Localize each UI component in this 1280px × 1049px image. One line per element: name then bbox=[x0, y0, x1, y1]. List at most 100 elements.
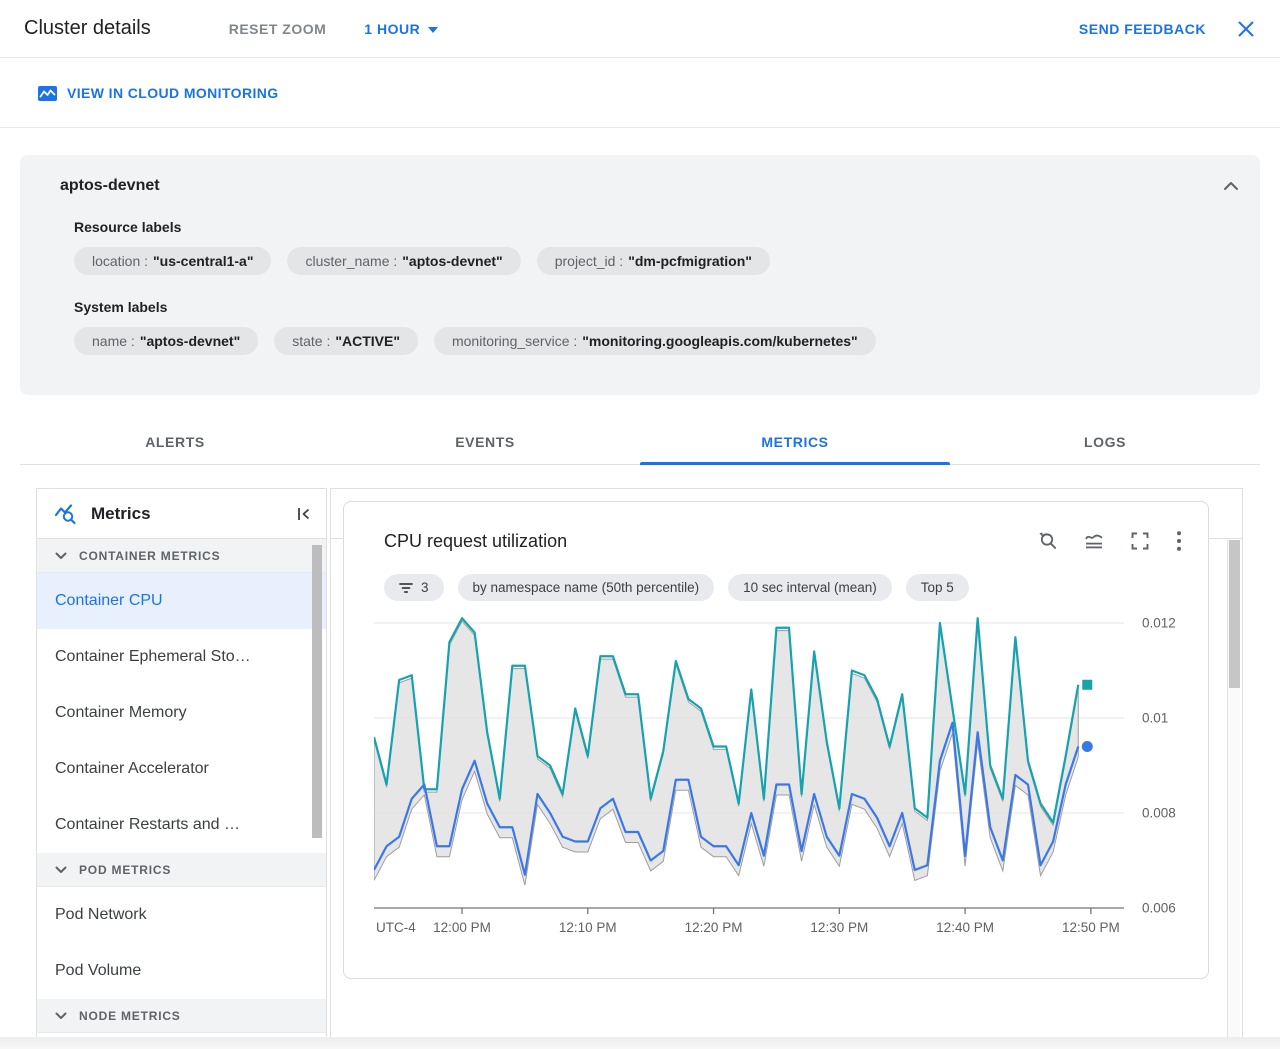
chart-actions bbox=[1036, 530, 1182, 552]
tab-metrics[interactable]: METRICS bbox=[640, 420, 950, 465]
label-key: monitoring_service : bbox=[451, 333, 578, 349]
label-value: "us-central1-a" bbox=[153, 253, 254, 269]
label-chip[interactable]: location : "us-central1-a" bbox=[74, 247, 272, 275]
label-value: "aptos-devnet" bbox=[139, 333, 241, 349]
chevron-up-icon bbox=[1224, 182, 1238, 190]
label-chip[interactable]: cluster_name : "aptos-devnet" bbox=[287, 247, 521, 275]
svg-text:0.012: 0.012 bbox=[1142, 616, 1176, 631]
metrics-icon bbox=[54, 503, 76, 524]
top-bar: Cluster details RESET ZOOM 1 HOUR SEND F… bbox=[0, 0, 1280, 58]
label-key: project_id : bbox=[554, 253, 624, 269]
label-chip[interactable]: state : "ACTIVE" bbox=[274, 327, 418, 355]
main-scrollbar-thumb[interactable] bbox=[1229, 540, 1240, 688]
label-value: "monitoring.googleapis.com/kubernetes" bbox=[582, 333, 858, 349]
label-value: "aptos-devnet" bbox=[402, 253, 503, 269]
page-title: Cluster details bbox=[24, 17, 151, 39]
reset-zoom-button[interactable]: RESET ZOOM bbox=[229, 21, 327, 37]
cluster-summary-card: aptos-devnet Resource labels location : "… bbox=[20, 155, 1260, 395]
filter-icon bbox=[399, 582, 413, 594]
sidebar-item-container-cpu[interactable]: Container CPU bbox=[37, 573, 326, 629]
more-options-button[interactable] bbox=[1176, 530, 1182, 552]
close-button[interactable] bbox=[1236, 19, 1256, 39]
metrics-main-panel: Container CPU CPU request utilization bbox=[330, 488, 1243, 1038]
label-value: "dm-pcfmigration" bbox=[628, 253, 752, 269]
section-label: POD METRICS bbox=[79, 862, 172, 877]
chart-card: CPU request utilization 3 by namespace n… bbox=[343, 501, 1209, 979]
label-value: "ACTIVE" bbox=[335, 333, 400, 349]
system-labels-heading: System labels bbox=[74, 299, 168, 315]
zoom-reset-icon bbox=[1039, 532, 1057, 549]
collapse-sidebar-button[interactable] bbox=[296, 506, 312, 522]
view-in-cloud-monitoring-link[interactable]: VIEW IN CLOUD MONITORING bbox=[38, 85, 279, 101]
sidebar-item-container-accelerator[interactable]: Container Accelerator bbox=[37, 741, 326, 797]
sidebar-title: Metrics bbox=[91, 503, 151, 523]
label-key: cluster_name : bbox=[305, 253, 398, 269]
svg-text:12:40 PM: 12:40 PM bbox=[936, 920, 994, 935]
chart-filter-chips: 3 by namespace name (50th percentile) 10 s… bbox=[384, 574, 1208, 601]
resource-labels-row: location : "us-central1-a" cluster_name : "… bbox=[74, 247, 1260, 275]
cluster-name: aptos-devnet bbox=[60, 177, 160, 194]
chart-chip-1[interactable]: 10 sec interval (mean) bbox=[728, 574, 892, 601]
svg-text:0.006: 0.006 bbox=[1142, 901, 1176, 916]
monitoring-link-bar: VIEW IN CLOUD MONITORING bbox=[0, 59, 1280, 128]
monitoring-chart-icon bbox=[38, 85, 57, 101]
close-icon bbox=[1238, 20, 1254, 37]
sidebar-item-container-restarts-and[interactable]: Container Restarts and … bbox=[37, 797, 326, 853]
chart-chip-2[interactable]: Top 5 bbox=[905, 574, 969, 601]
fullscreen-button[interactable] bbox=[1130, 531, 1150, 551]
label-chip[interactable]: name : "aptos-devnet" bbox=[74, 327, 259, 355]
chart-chip-0[interactable]: by namespace name (50th percentile) bbox=[457, 574, 715, 601]
label-chip[interactable]: monitoring_service : "monitoring.googleap… bbox=[433, 327, 876, 355]
svg-text:0.008: 0.008 bbox=[1142, 806, 1176, 821]
chevron-down-icon bbox=[55, 1012, 67, 1019]
chart-style-button[interactable] bbox=[1084, 531, 1104, 551]
sidebar-scrollbar[interactable] bbox=[312, 545, 322, 838]
filter-count: 3 bbox=[421, 580, 429, 595]
sidebar-item-pod-network[interactable]: Pod Network bbox=[37, 887, 326, 943]
chevron-down-icon bbox=[428, 26, 439, 33]
tab-bar: ALERTS EVENTS METRICS LOGS bbox=[20, 420, 1260, 465]
chart-title: CPU request utilization bbox=[384, 530, 568, 551]
svg-text:12:30 PM: 12:30 PM bbox=[810, 920, 868, 935]
tab-alerts[interactable]: ALERTS bbox=[20, 420, 330, 464]
section-header-container-metrics[interactable]: CONTAINER METRICS bbox=[37, 539, 326, 573]
section-label: CONTAINER METRICS bbox=[79, 548, 221, 563]
metrics-sidebar-header: Metrics bbox=[37, 489, 326, 539]
svg-text:12:00 PM: 12:00 PM bbox=[433, 920, 491, 935]
section-label: NODE METRICS bbox=[79, 1008, 181, 1023]
metrics-list: CONTAINER METRICS Container CPU Container … bbox=[37, 539, 326, 1033]
section-header-node-metrics[interactable]: NODE METRICS bbox=[37, 999, 326, 1033]
more-vert-icon bbox=[1177, 531, 1181, 551]
label-key: location : bbox=[92, 253, 149, 269]
sidebar-item-pod-volume[interactable]: Pod Volume bbox=[37, 943, 326, 999]
chevron-down-icon bbox=[55, 552, 67, 559]
label-chip[interactable]: project_id : "dm-pcfmigration" bbox=[536, 247, 770, 275]
section-header-pod-metrics[interactable]: POD METRICS bbox=[37, 853, 326, 887]
send-feedback-button[interactable]: SEND FEEDBACK bbox=[1079, 21, 1206, 37]
tab-logs[interactable]: LOGS bbox=[950, 420, 1260, 464]
fullscreen-icon bbox=[1131, 532, 1149, 550]
collapse-card-button[interactable] bbox=[1222, 180, 1240, 192]
label-key: name : bbox=[92, 333, 135, 349]
svg-text:12:10 PM: 12:10 PM bbox=[559, 920, 617, 935]
monitoring-link-label: VIEW IN CLOUD MONITORING bbox=[67, 85, 279, 101]
resource-labels-heading: Resource labels bbox=[74, 219, 182, 235]
svg-text:UTC-4: UTC-4 bbox=[376, 920, 416, 935]
cpu-utilization-chart[interactable]: UTC-4 12:00 PM 12:10 PM 12:20 PM 12:30 PM 12:… bbox=[372, 615, 1208, 952]
zoom-reset-button[interactable] bbox=[1036, 530, 1058, 552]
time-range-label: 1 HOUR bbox=[364, 20, 421, 37]
main-scrollbar-track[interactable] bbox=[1227, 540, 1240, 1038]
metrics-sidebar: Metrics CONTAINER METRICS Container CPU Co… bbox=[36, 488, 327, 1038]
system-labels-row: name : "aptos-devnet" state : "ACTIVE" monit… bbox=[74, 327, 1260, 355]
area-chart-icon bbox=[1085, 534, 1103, 549]
sidebar-item-container-memory[interactable]: Container Memory bbox=[37, 685, 326, 741]
svg-text:12:50 PM: 12:50 PM bbox=[1062, 920, 1120, 935]
collapse-panel-icon bbox=[298, 507, 310, 520]
bottom-edge bbox=[0, 1037, 1280, 1049]
sidebar-item-container-ephemeral-sto[interactable]: Container Ephemeral Sto… bbox=[37, 629, 326, 685]
time-range-dropdown[interactable]: 1 HOUR bbox=[364, 20, 439, 37]
chevron-down-icon bbox=[55, 866, 67, 873]
tab-events[interactable]: EVENTS bbox=[330, 420, 640, 464]
svg-text:12:20 PM: 12:20 PM bbox=[685, 920, 743, 935]
filter-chip[interactable]: 3 bbox=[384, 574, 444, 601]
